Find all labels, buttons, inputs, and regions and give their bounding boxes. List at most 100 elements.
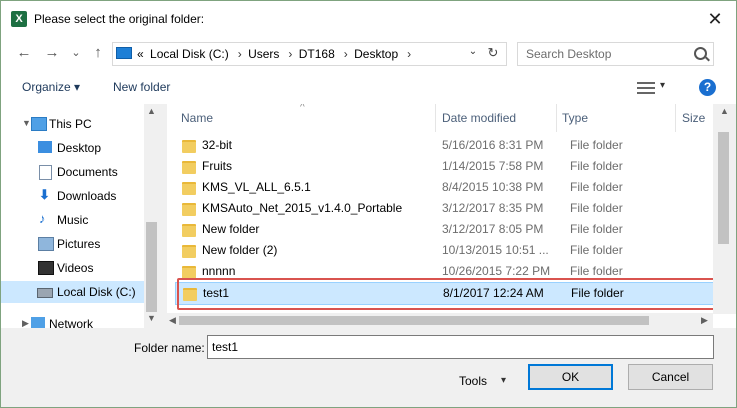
item-type: File folder (570, 201, 623, 215)
sidebar-scrollbar[interactable]: ▲ ▼ (144, 104, 159, 328)
view-options-icon[interactable] (637, 82, 655, 94)
up-arrow-icon[interactable]: ↑ (89, 44, 107, 62)
sidebar-item-pictures[interactable]: Pictures (1, 233, 144, 255)
excel-icon: X (11, 11, 27, 27)
refresh-icon[interactable]: ↻ (485, 45, 501, 61)
document-icon (39, 165, 52, 180)
folder-icon (182, 203, 196, 216)
sidebar-item-label: Pictures (57, 237, 101, 251)
navigation-pane: ▼ This PC Desktop Documents ⬇ Downloads … (1, 104, 159, 328)
sidebar-item-downloads[interactable]: ⬇ Downloads (1, 185, 144, 207)
folder-icon (182, 140, 196, 153)
search-box[interactable] (517, 42, 714, 66)
sidebar-item-label: Music (57, 213, 89, 227)
drive-icon (37, 288, 53, 298)
item-type: File folder (570, 159, 623, 173)
list-item[interactable]: New folder (2) 10/13/2015 10:51 ... File f… (175, 240, 713, 261)
sidebar-item-this-pc[interactable]: ▼ This PC (1, 113, 144, 135)
chevron-down-icon[interactable]: ▼ (22, 118, 31, 128)
list-item[interactable]: New folder 3/12/2017 8:05 PM File folder (175, 219, 713, 240)
close-button[interactable]: ✕ (702, 7, 728, 31)
folder-name-label: Folder name: (134, 341, 205, 355)
chevron-right-icon[interactable]: ▶ (22, 318, 29, 328)
sidebar-item-music[interactable]: ♪ Music (1, 209, 144, 231)
dialog-window: X Please select the original folder: ✕ ←… (0, 0, 737, 408)
view-options-dropdown[interactable]: ▾ (660, 80, 665, 91)
network-icon (31, 317, 45, 328)
list-item[interactable]: 32-bit 5/16/2016 8:31 PM File folder (175, 135, 713, 156)
item-name: KMS_VL_ALL_6.5.1 (202, 180, 311, 194)
search-input[interactable] (524, 46, 688, 62)
folder-icon (182, 182, 196, 195)
music-note-icon: ♪ (39, 211, 46, 226)
scroll-down-arrow-icon[interactable]: ▼ (147, 313, 156, 323)
folder-icon (182, 245, 196, 258)
cancel-button[interactable]: Cancel (628, 364, 713, 390)
file-list-horizontal-scrollbar[interactable]: ◀ ▶ (167, 313, 713, 328)
sidebar-item-label: Desktop (57, 141, 102, 155)
scroll-right-arrow-icon[interactable]: ▶ (701, 315, 708, 326)
item-date: 3/12/2017 8:05 PM (442, 222, 544, 236)
sidebar-item-local-disk[interactable]: Local Disk (C:) (1, 281, 144, 303)
sidebar-item-label: This PC (49, 117, 92, 131)
forward-arrow-icon[interactable]: → (43, 44, 61, 62)
sidebar-item-network[interactable]: ▶ Network (1, 313, 144, 328)
folder-name-field[interactable]: test1 (207, 335, 714, 359)
sidebar-item-label: Videos (57, 261, 94, 275)
item-date: 8/4/2015 10:38 PM (442, 180, 544, 194)
item-date: 10/26/2015 7:22 PM (442, 264, 551, 278)
new-folder-button[interactable]: New folder (113, 80, 170, 94)
chevron-right-icon[interactable]: › (238, 47, 242, 61)
breadcrumb-local-disk[interactable]: Local Disk (C:) (150, 47, 229, 61)
sidebar-item-videos[interactable]: Videos (1, 257, 144, 279)
item-date: 1/14/2015 7:58 PM (442, 159, 544, 173)
list-item[interactable]: KMS_VL_ALL_6.5.1 8/4/2015 10:38 PM File fo… (175, 177, 713, 198)
column-headers: ^ Name Date modified Type Size (167, 104, 736, 132)
sidebar-item-label: Documents (57, 165, 118, 179)
help-icon[interactable]: ? (699, 79, 716, 96)
address-bar[interactable]: « Local Disk (C:) › Users › DT168 › Desktop… (112, 42, 507, 66)
scrollbar-thumb[interactable] (718, 132, 729, 244)
item-date: 3/12/2017 8:35 PM (442, 201, 544, 215)
back-arrow-icon[interactable]: ← (15, 44, 33, 62)
column-date-modified[interactable]: Date modified (442, 111, 516, 125)
sidebar-item-documents[interactable]: Documents (1, 161, 144, 183)
scroll-up-arrow-icon[interactable]: ▲ (720, 106, 729, 116)
chevron-right-icon[interactable]: › (407, 47, 411, 61)
list-item[interactable]: KMSAuto_Net_2015_v1.4.0_Portable 3/12/201… (175, 198, 713, 219)
breadcrumb-desktop[interactable]: Desktop (354, 47, 398, 61)
address-dropdown-icon[interactable]: ⌄ (466, 46, 480, 57)
breadcrumb-users[interactable]: Users (248, 47, 279, 61)
breadcrumb-overflow[interactable]: « (137, 47, 144, 61)
item-type: File folder (570, 180, 623, 194)
column-name[interactable]: Name (181, 111, 213, 125)
sort-ascending-icon: ^ (300, 104, 305, 113)
scroll-up-arrow-icon[interactable]: ▲ (147, 106, 156, 116)
item-type: File folder (570, 138, 623, 152)
item-date: 5/16/2016 8:31 PM (442, 138, 544, 152)
tools-label: Tools (459, 374, 488, 388)
column-type[interactable]: Type (562, 111, 588, 125)
tools-button[interactable]: Tools ▾ (457, 370, 517, 392)
ok-button[interactable]: OK (528, 364, 613, 390)
sidebar-item-label: Downloads (57, 189, 117, 203)
file-list-vertical-scrollbar[interactable]: ▲ (713, 104, 736, 314)
recent-locations-dropdown[interactable]: ⌄ (67, 44, 85, 62)
search-icon[interactable] (694, 47, 707, 60)
folder-name-value: test1 (212, 340, 239, 354)
scroll-left-arrow-icon[interactable]: ◀ (169, 315, 176, 326)
sidebar-item-label: Network (49, 317, 94, 328)
chevron-right-icon[interactable]: › (344, 47, 348, 61)
breadcrumb-dt168[interactable]: DT168 (299, 47, 335, 61)
list-item[interactable]: Fruits 1/14/2015 7:58 PM File folder (175, 156, 713, 177)
scrollbar-thumb[interactable] (179, 316, 649, 325)
organize-button[interactable]: Organize ▾ (22, 80, 80, 94)
scrollbar-thumb[interactable] (146, 222, 157, 312)
command-bar: Organize ▾ New folder ▾ ? (1, 70, 736, 104)
film-icon (38, 261, 54, 275)
column-size[interactable]: Size (682, 111, 705, 125)
chevron-right-icon[interactable]: › (288, 47, 292, 61)
computer-icon (31, 117, 47, 131)
sidebar-item-desktop[interactable]: Desktop (1, 137, 144, 159)
item-type: File folder (570, 222, 623, 236)
